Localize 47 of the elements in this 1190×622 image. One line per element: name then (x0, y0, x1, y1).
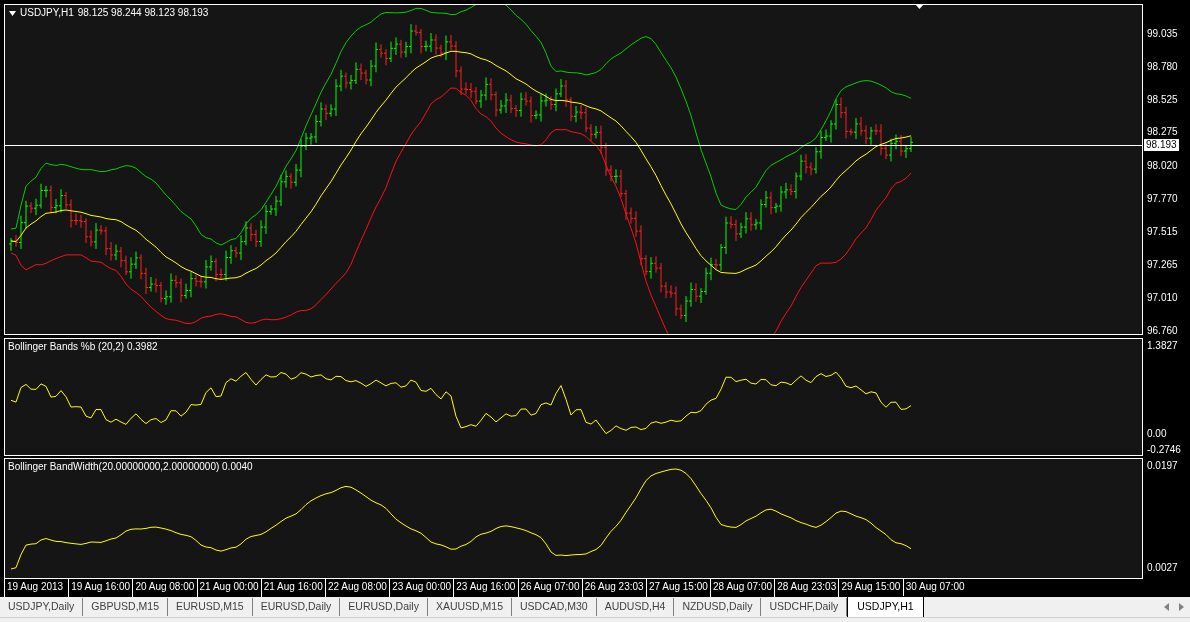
price-axis-label: 0.0027 (1147, 562, 1178, 574)
price-axis-label: 97.010 (1147, 292, 1178, 304)
time-axis-label: 19 Aug 2013 (4, 579, 69, 597)
dropdown-triangle-icon[interactable] (9, 10, 16, 16)
time-axis-label: 26 Aug 23:03 (581, 579, 646, 597)
indicator-label: Bollinger Bands %b (20,2) 0.3982 (8, 341, 158, 353)
price-axis-label: 1.3827 (1147, 340, 1178, 352)
price-axis-label: -0.2746 (1147, 444, 1181, 456)
price-axis-label: 98.275 (1147, 126, 1178, 138)
time-axis-label: 21 Aug 16:00 (260, 579, 325, 597)
time-axis-label: 28 Aug 23:03 (774, 579, 839, 597)
price-axis-label: 97.770 (1147, 193, 1178, 205)
chart-tab[interactable]: GBPUSD,M15 (83, 598, 168, 616)
chart-tab[interactable]: USDCAD,M30 (512, 598, 597, 616)
time-axis-label: 26 Aug 07:00 (517, 579, 582, 597)
chart-tab[interactable]: XAUUSD,M15 (427, 598, 512, 616)
chart-tab[interactable]: AUDUSD,H4 (596, 598, 675, 616)
price-axis-label: 98.780 (1147, 61, 1178, 73)
chart-tab[interactable]: EURUSD,Daily (252, 598, 341, 616)
chart-tab[interactable]: EURUSD,Daily (340, 598, 428, 616)
price-axis-label: 97.515 (1147, 226, 1178, 238)
chart-tab[interactable]: USDJPY,Daily (0, 598, 84, 616)
price-axis-label: 96.760 (1147, 325, 1178, 337)
time-axis-label: 23 Aug 00:00 (389, 579, 454, 597)
price-axis-label: 98.020 (1147, 160, 1178, 172)
time-axis-label: 19 Aug 16:00 (68, 579, 133, 597)
price-axis-label: 99.035 (1147, 28, 1178, 40)
scroll-right-icon[interactable] (1179, 603, 1184, 611)
time-axis-label: 21 Aug 00:00 (196, 579, 261, 597)
current-price-label: 98.193 (1144, 139, 1179, 151)
ohlc-values: 98.125 98.244 98.123 98.193 (77, 7, 209, 19)
chart-tab[interactable]: EURUSD,M15 (168, 598, 253, 616)
price-axis-label: 98.525 (1147, 94, 1178, 106)
chart-tab[interactable]: USDJPY,H1 (847, 596, 924, 617)
time-axis-label: 27 Aug 15:00 (645, 579, 711, 597)
scroll-left-icon[interactable] (1164, 603, 1169, 611)
symbol-label: USDJPY,H1 (20, 7, 74, 19)
time-axis-label: 28 Aug 07:00 (710, 579, 775, 597)
price-axis-label: 0.00 (1147, 428, 1167, 440)
indicator-label: Bollinger BandWidth(20.00000000,2.00000000) 0.0040 (8, 461, 253, 473)
price-axis-label: 97.265 (1147, 259, 1178, 271)
time-axis-label: 22 Aug 08:00 (324, 579, 390, 597)
chart-tab[interactable]: NZDUSD,Daily (674, 598, 762, 616)
time-axis-label: 23 Aug 16:00 (453, 579, 518, 597)
shift-marker-icon[interactable] (915, 4, 924, 9)
price-axis-label: 0.0197 (1147, 460, 1178, 472)
time-axis-label: 20 Aug 08:00 (132, 579, 197, 597)
